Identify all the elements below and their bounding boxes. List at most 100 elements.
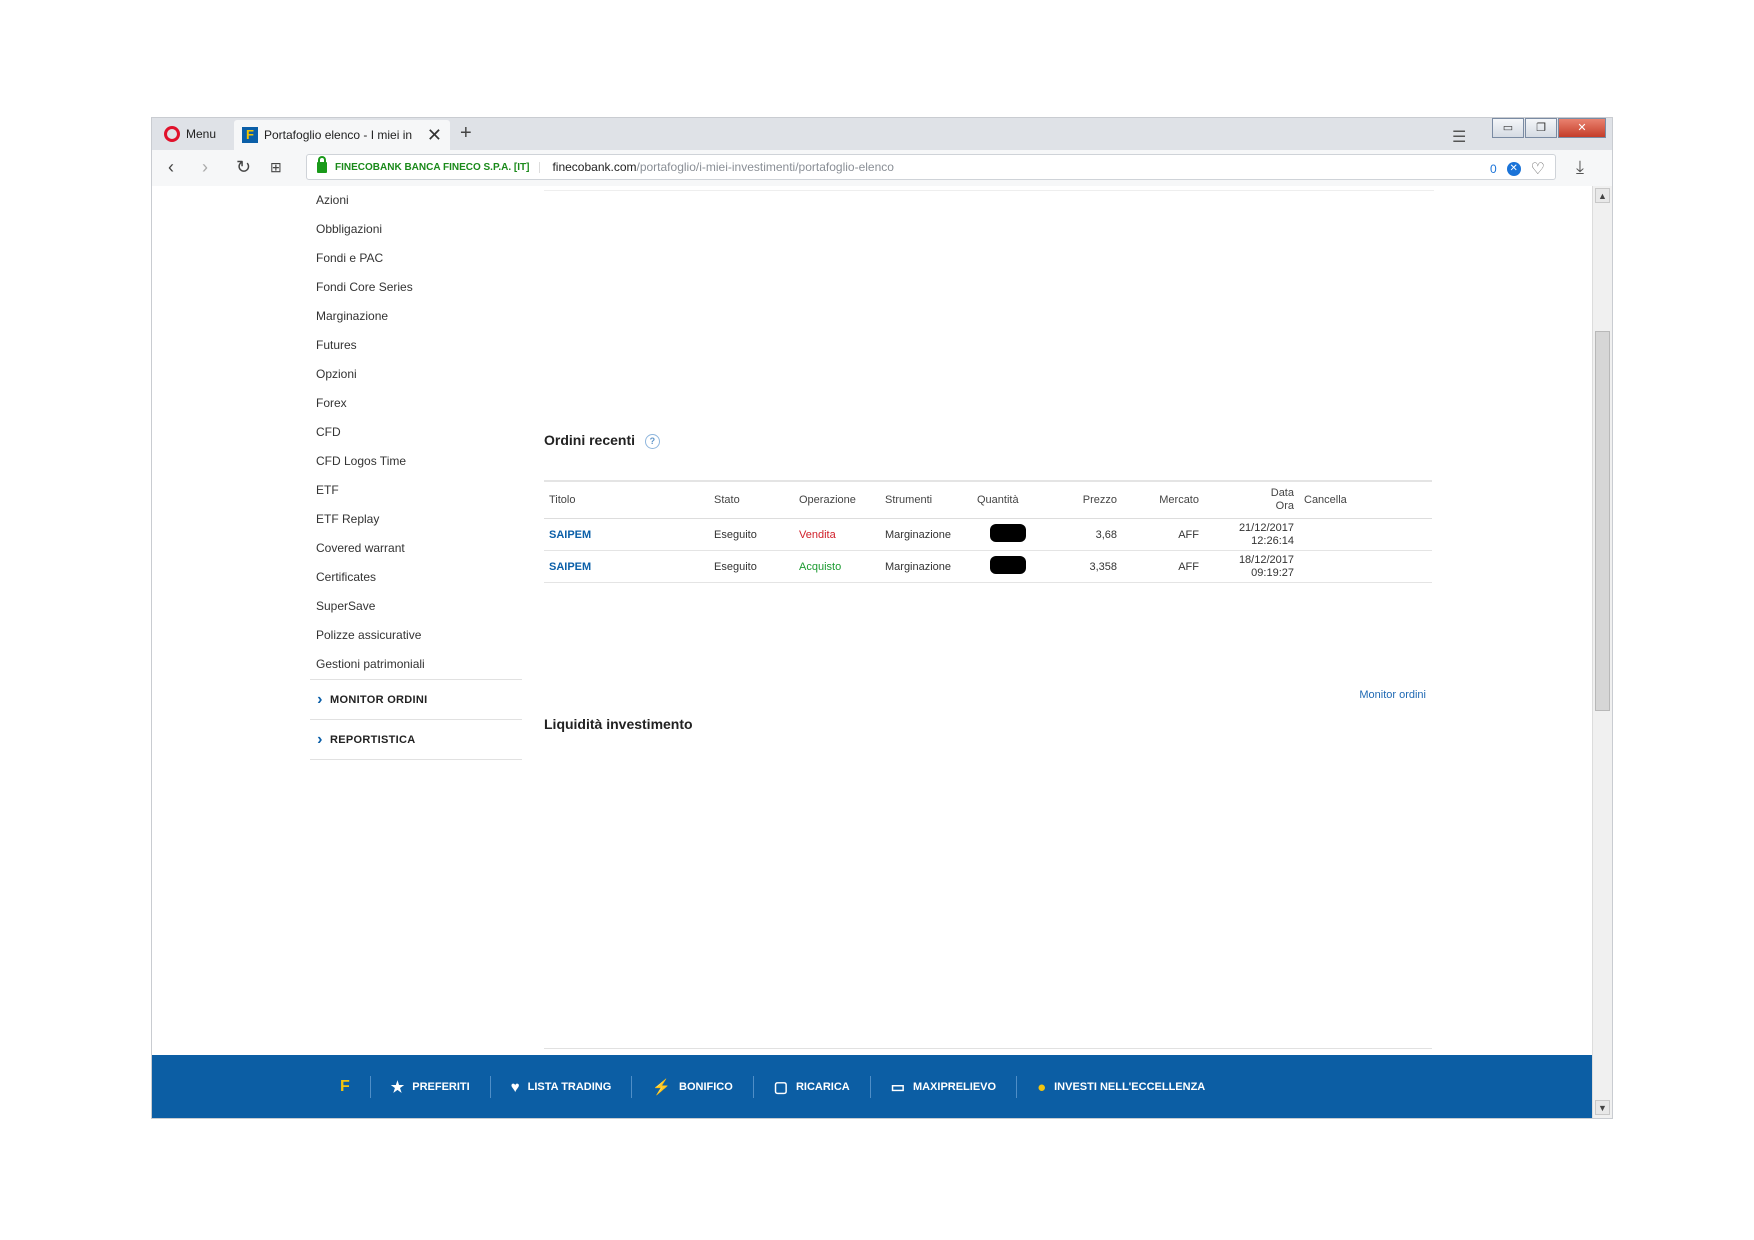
scroll-up-icon[interactable]: ▲	[1595, 188, 1610, 203]
adblock-count: 0	[1489, 162, 1497, 176]
footer-ricarica[interactable]: ▢ RICARICA	[774, 1076, 850, 1098]
footer-separator	[369, 1076, 371, 1098]
new-tab-icon[interactable]: +	[460, 122, 472, 145]
fineco-favicon-icon: F	[242, 127, 258, 143]
sidebar-item[interactable]: Obbligazioni	[310, 215, 522, 244]
sidebar-item[interactable]: Azioni	[310, 186, 522, 215]
page-viewport: Azioni Obbligazioni Fondi e PAC Fondi Co…	[152, 186, 1592, 1118]
footer-preferiti[interactable]: ★ PREFERITI	[391, 1076, 470, 1098]
sidebar-section-reportistica[interactable]: › REPORTISTICA	[310, 719, 522, 759]
url-host: finecobank.com	[552, 160, 637, 174]
lightning-icon: ⚡	[652, 1079, 671, 1096]
footer-label: LISTA TRADING	[527, 1081, 612, 1093]
sidebar-item[interactable]: Marginazione	[310, 302, 522, 331]
star-icon: ★	[390, 1079, 405, 1096]
sidebar-item[interactable]: Futures	[310, 331, 522, 360]
sidebar-item[interactable]: Forex	[310, 389, 522, 418]
phone-icon: ▢	[773, 1079, 788, 1096]
sidebar-item[interactable]: SuperSave	[310, 592, 522, 621]
col-prezzo[interactable]: Prezzo	[1044, 480, 1122, 519]
footer-label: BONIFICO	[679, 1081, 733, 1093]
url-field[interactable]: FINECOBANK BANCA FINECO S.P.A. [IT] fine…	[306, 154, 1556, 180]
tab-menu-icon[interactable]: ☰	[1452, 127, 1466, 147]
content-divider	[544, 1048, 1432, 1049]
vertical-scrollbar[interactable]: ▲ ▼	[1592, 186, 1612, 1118]
footer-investi[interactable]: ● INVESTI NELL'ECCELLENZA	[1037, 1076, 1205, 1098]
col-quantita[interactable]: Quantità	[972, 480, 1044, 519]
sidebar-item[interactable]: Fondi Core Series	[310, 273, 522, 302]
footer-separator	[1016, 1076, 1018, 1098]
bookmark-heart-icon[interactable]: ♡	[1531, 159, 1545, 179]
menu-label: Menu	[186, 127, 217, 141]
col-strumenti[interactable]: Strumenti	[880, 480, 972, 519]
chevron-right-icon: ›	[317, 730, 323, 748]
sidebar-item[interactable]: CFD Logos Time	[310, 447, 522, 476]
col-mercato[interactable]: Mercato	[1122, 480, 1204, 519]
monitor-ordini-link[interactable]: Monitor ordini	[1359, 689, 1426, 701]
footer-label: INVESTI NELL'ECCELLENZA	[1054, 1081, 1206, 1093]
footer-separator	[752, 1076, 754, 1098]
adblock-shield-icon[interactable]: ✕	[1506, 162, 1521, 176]
help-icon[interactable]: ?	[644, 434, 660, 449]
partial-table-header	[544, 186, 1434, 191]
section-label: REPORTISTICA	[330, 733, 416, 746]
sidebar-item[interactable]: Fondi e PAC	[310, 244, 522, 273]
footer-label: PREFERITI	[412, 1081, 470, 1093]
browser-menu-button[interactable]: Menu	[152, 118, 232, 150]
tab-title: Portafoglio elenco - I miei in	[264, 128, 413, 142]
certificate-label: FINECOBANK BANCA FINECO S.P.A. [IT]	[335, 161, 541, 173]
col-titolo[interactable]: Titolo	[544, 480, 709, 519]
close-tab-icon[interactable]: ✕	[427, 125, 442, 146]
orders-table: Titolo Stato Operazione Strumenti Quanti…	[544, 480, 1432, 583]
close-window-icon[interactable]: ✕	[1558, 118, 1606, 138]
sidebar-item[interactable]: ETF Replay	[310, 505, 522, 534]
scroll-thumb[interactable]	[1595, 331, 1610, 711]
tab-active[interactable]: F Portafoglio elenco - I miei in ✕	[234, 120, 450, 150]
ora-value: 12:26:14	[1251, 534, 1294, 547]
footer-bonifico[interactable]: ⚡ BONIFICO	[652, 1076, 732, 1098]
reload-icon[interactable]: ↻	[236, 157, 251, 178]
sidebar: Azioni Obbligazioni Fondi e PAC Fondi Co…	[310, 186, 522, 760]
scroll-down-icon[interactable]: ▼	[1595, 1100, 1610, 1115]
data-value: 18/12/2017	[1238, 553, 1294, 566]
footer-separator	[489, 1076, 491, 1098]
sidebar-item[interactable]: CFD	[310, 418, 522, 447]
footer-separator	[869, 1076, 871, 1098]
footer-maxiprelievo[interactable]: ▭ MAXIPRELIEVO	[891, 1076, 996, 1098]
liquidity-section-title: Liquidità investimento	[544, 716, 693, 732]
sidebar-item[interactable]: ETF	[310, 476, 522, 505]
back-icon[interactable]: ‹	[168, 157, 174, 178]
strumenti-cell: Marginazione	[880, 518, 972, 551]
download-icon[interactable]: ⤓	[1576, 157, 1584, 178]
col-data-ora[interactable]: Data Ora	[1204, 480, 1299, 519]
minimize-icon[interactable]: ▭	[1492, 118, 1524, 138]
sidebar-item[interactable]: Certificates	[310, 563, 522, 592]
table-header-row: Titolo Stato Operazione Strumenti Quanti…	[544, 480, 1432, 519]
fineco-logo[interactable]: F	[340, 1078, 350, 1096]
col-stato[interactable]: Stato	[709, 480, 794, 519]
sidebar-section-monitor-ordini[interactable]: › MONITOR ORDINI	[310, 679, 522, 719]
col-cancella: Cancella	[1299, 480, 1432, 519]
footer-lista-trading[interactable]: ♥ LISTA TRADING	[511, 1076, 612, 1098]
heart-icon: ♥	[510, 1078, 520, 1096]
redacted-quantity	[990, 556, 1026, 574]
browser-window: Menu F Portafoglio elenco - I miei in ✕ …	[152, 118, 1612, 1118]
data-ora-cell: 18/12/2017 09:19:27	[1204, 550, 1299, 583]
speed-dial-icon[interactable]: ⊞	[270, 159, 282, 176]
titolo-link[interactable]: SAIPEM	[549, 561, 591, 573]
maximize-icon[interactable]: ❐	[1525, 118, 1557, 138]
titolo-link[interactable]: SAIPEM	[549, 529, 591, 541]
sidebar-item[interactable]: Covered warrant	[310, 534, 522, 563]
col-ora: Ora	[1275, 500, 1294, 512]
sidebar-item[interactable]: Polizze assicurative	[310, 621, 522, 650]
col-data: Data	[1270, 487, 1294, 499]
sidebar-item[interactable]: Opzioni	[310, 360, 522, 389]
strumenti-cell: Marginazione	[880, 550, 972, 583]
section-label: MONITOR ORDINI	[330, 693, 428, 706]
stato-cell: Eseguito	[709, 550, 794, 583]
redacted-quantity	[990, 524, 1026, 542]
col-operazione[interactable]: Operazione	[794, 480, 880, 519]
sidebar-item[interactable]: Gestioni patrimoniali	[310, 650, 522, 679]
forward-icon[interactable]: ›	[202, 157, 208, 178]
stato-cell: Eseguito	[709, 518, 794, 551]
